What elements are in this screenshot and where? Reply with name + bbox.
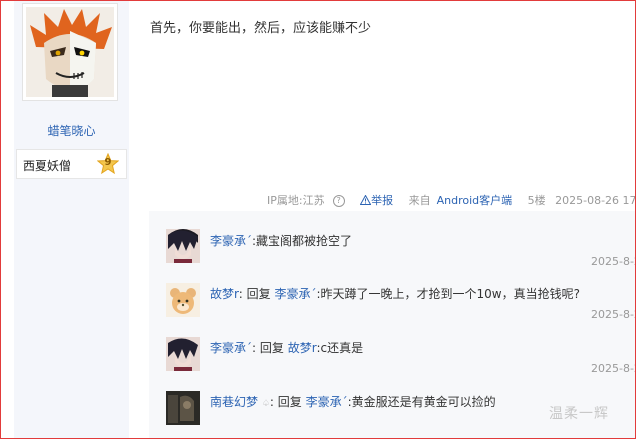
level-number: 9: [104, 157, 112, 168]
reply-avatar-image: [166, 391, 200, 425]
reply-line: 李豪承ˊ:藏宝阁都被抢空了: [210, 232, 352, 249]
reply-avatar[interactable]: [166, 337, 200, 371]
reply-username[interactable]: 故梦r: [210, 287, 239, 301]
floor-number: 5楼: [527, 194, 546, 207]
reply-avatar[interactable]: [166, 283, 200, 317]
help-icon[interactable]: ?: [332, 195, 345, 207]
reply-line: 南巷幻梦 ♤: 回复 李豪承ˊ:黄金服还是有黄金可以捡的: [210, 395, 496, 409]
reply-avatar[interactable]: [166, 229, 200, 263]
reply-to-username[interactable]: 李豪承ˊ: [306, 395, 348, 409]
reply-item: 李豪承ˊ:藏宝阁都被抢空了 2025-8-2: [149, 228, 636, 288]
reply-avatar-image: [166, 337, 200, 371]
reply-text: :c还真是: [316, 341, 364, 355]
client-link[interactable]: Android客户端: [437, 194, 513, 207]
reply-avatar-image: [166, 229, 200, 263]
reply-time: 2025-8-2: [591, 362, 636, 375]
reply-text: :昨天蹲了一晚上，才抢到一个10w，真当抢钱呢?: [316, 287, 580, 301]
level-name: 西夏妖僧: [23, 159, 72, 173]
ip-location: IP属地:江苏?: [267, 194, 351, 207]
reply-to-label: 回复: [259, 341, 284, 355]
reply-item: 李豪承ˊ: 回复 故梦r:c还真是 2025-8-2: [149, 337, 636, 397]
reply-time: 2025-8-2: [591, 255, 636, 268]
reply-line: 故梦r: 回复 李豪承ˊ:昨天蹲了一晚上，才抢到一个10w，真当抢钱呢?: [210, 287, 580, 301]
user-badge-icon: ♤: [261, 399, 270, 409]
reply-username[interactable]: 李豪承ˊ: [210, 234, 252, 248]
post-source: 来自 Android客户端: [408, 194, 513, 207]
reply-time: 2025-8-2: [591, 308, 636, 321]
reply-line: 李豪承ˊ: 回复 故梦r:c还真是: [210, 341, 364, 355]
reply-item: 故梦r: 回复 李豪承ˊ:昨天蹲了一晚上，才抢到一个10w，真当抢钱呢? 202…: [149, 282, 636, 342]
reply-to-label: 回复: [246, 287, 271, 301]
poster-sidebar: 蜡笔晓心 西夏妖僧 9: [14, 1, 129, 438]
warning-icon: [360, 195, 372, 205]
reply-to-username[interactable]: 李豪承ˊ: [274, 287, 316, 301]
poster-username[interactable]: 蜡笔晓心: [14, 122, 129, 139]
watermark: 温柔一辉: [549, 406, 609, 422]
screenshot-frame: 蜡笔晓心 西夏妖僧 9 首先，你要能出，然后，应该能赚不少 IP属地:江苏? 举…: [0, 0, 636, 439]
reply-to-username[interactable]: 故梦r: [288, 341, 317, 355]
post-content: 首先，你要能出，然后，应该能赚不少: [150, 21, 372, 36]
reply-text: :藏宝阁都被抢空了: [252, 234, 353, 248]
reply-text: :黄金服还是有黄金可以捡的: [347, 395, 496, 409]
reply-username[interactable]: 李豪承ˊ: [210, 341, 252, 355]
poster-level-badge: 西夏妖僧 9: [16, 149, 127, 179]
reply-avatar-image: [166, 283, 200, 317]
reply-to-label: 回复: [277, 395, 302, 409]
poster-avatar[interactable]: [22, 3, 118, 101]
post-timestamp: 2025-08-26 17:51: [555, 194, 636, 207]
poster-avatar-image: [26, 7, 114, 97]
reply-username[interactable]: 南巷幻梦: [210, 395, 258, 409]
post-meta: IP属地:江苏? 举报 来自 Android客户端 5楼 2025-08-26 1…: [267, 192, 636, 208]
reply-avatar[interactable]: [166, 391, 200, 425]
report-link[interactable]: 举报: [360, 194, 399, 207]
